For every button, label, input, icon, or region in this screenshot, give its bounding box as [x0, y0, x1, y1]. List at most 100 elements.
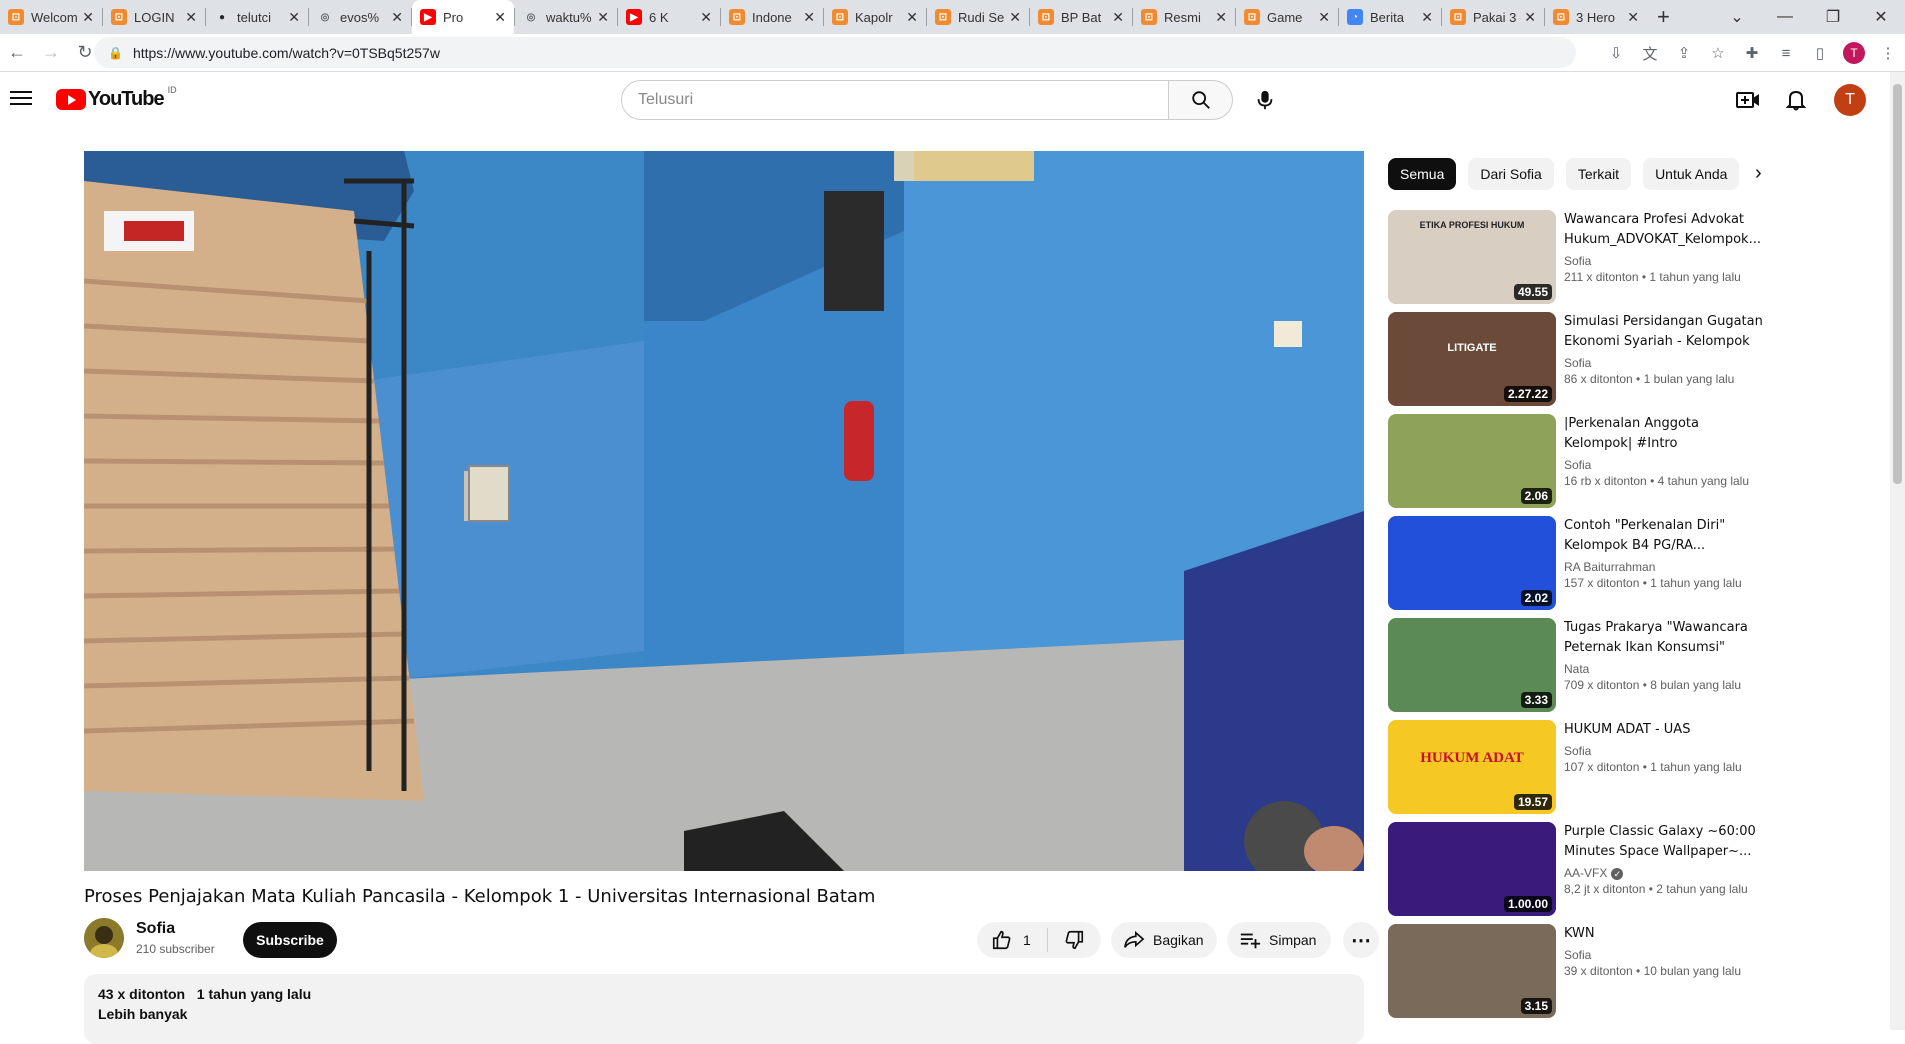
- close-tab-icon[interactable]: ✕: [1112, 9, 1124, 26]
- video-thumbnail[interactable]: 3.15: [1388, 924, 1556, 1018]
- recommended-video-title[interactable]: Wawancara Profesi Advokat Hukum_ADVOKAT_…: [1564, 210, 1768, 250]
- install-app-icon[interactable]: ⇩: [1599, 44, 1633, 62]
- back-button[interactable]: ←: [0, 42, 34, 63]
- filter-chip[interactable]: Semua: [1388, 158, 1457, 190]
- browser-tab[interactable]: ▶ 6 K ✕: [618, 0, 720, 34]
- video-thumbnail[interactable]: 3.33: [1388, 618, 1556, 712]
- close-tab-icon[interactable]: ✕: [597, 9, 609, 26]
- filter-chip[interactable]: Untuk Anda: [1643, 158, 1740, 190]
- chevron-right-icon[interactable]: ›: [1755, 162, 1762, 185]
- youtube-logo[interactable]: YouTube ID: [56, 85, 177, 111]
- close-tab-icon[interactable]: ✕: [185, 9, 197, 26]
- lock-icon[interactable]: 🔒: [108, 46, 123, 60]
- scrollbar-thumb[interactable]: [1893, 84, 1902, 484]
- close-tab-icon[interactable]: ✕: [1524, 9, 1536, 26]
- browser-tab[interactable]: ◎ evos% ✕: [309, 0, 411, 34]
- recommended-channel[interactable]: Sofia: [1564, 744, 1768, 758]
- close-tab-icon[interactable]: ✕: [700, 9, 712, 26]
- voice-search-button[interactable]: [1245, 80, 1285, 120]
- search-button[interactable]: [1169, 80, 1233, 120]
- filter-chip[interactable]: Terkait: [1565, 158, 1632, 190]
- browser-tab[interactable]: ⊡ 3 Hero ✕: [1545, 0, 1647, 34]
- browser-tab[interactable]: ⊡ Indone ✕: [721, 0, 823, 34]
- recommended-video[interactable]: 3.33 Tugas Prakarya "Wawancara Peternak I…: [1388, 618, 1768, 720]
- bookmark-star-icon[interactable]: ☆: [1701, 44, 1735, 62]
- browser-tab[interactable]: ⊡ Kapolr ✕: [824, 0, 926, 34]
- browser-tab[interactable]: ⊡ Game ✕: [1236, 0, 1338, 34]
- save-button[interactable]: Simpan: [1227, 922, 1331, 958]
- video-thumbnail[interactable]: 2.06: [1388, 414, 1556, 508]
- recommended-video-title[interactable]: |Perkenalan Anggota Kelompok| #Intro: [1564, 414, 1768, 454]
- show-more-link[interactable]: Lebih banyak: [98, 1006, 1350, 1022]
- video-thumbnail[interactable]: 2.02: [1388, 516, 1556, 610]
- dislike-button[interactable]: [1048, 922, 1100, 958]
- close-tab-icon[interactable]: ✕: [1627, 9, 1639, 26]
- close-tab-icon[interactable]: ✕: [1215, 9, 1227, 26]
- search-input[interactable]: Telusuri: [621, 80, 1169, 120]
- close-tab-icon[interactable]: ✕: [82, 9, 94, 26]
- minimize-button[interactable]: —: [1761, 8, 1809, 26]
- close-tab-icon[interactable]: ✕: [1318, 9, 1330, 26]
- recommended-video-title[interactable]: Simulasi Persidangan Gugatan Ekonomi Sya…: [1564, 312, 1768, 352]
- channel-name[interactable]: Sofia: [136, 920, 175, 938]
- close-tab-icon[interactable]: ✕: [803, 9, 815, 26]
- browser-tab[interactable]: ◎ waktu% ✕: [515, 0, 617, 34]
- recommended-channel[interactable]: Sofia: [1564, 356, 1768, 370]
- create-video-button[interactable]: [1724, 90, 1772, 110]
- recommended-video-title[interactable]: Contoh "Perkenalan Diri" Kelompok B4 PG/…: [1564, 516, 1768, 556]
- browser-menu-icon[interactable]: ⋮: [1871, 44, 1905, 62]
- extensions-icon[interactable]: ✚: [1735, 44, 1769, 62]
- recommended-channel[interactable]: Sofia: [1564, 254, 1768, 268]
- share-page-icon[interactable]: ⇪: [1667, 44, 1701, 62]
- channel-avatar[interactable]: [84, 918, 124, 958]
- close-window-button[interactable]: ✕: [1857, 7, 1905, 27]
- new-tab-button[interactable]: +: [1657, 4, 1670, 30]
- user-avatar[interactable]: T: [1834, 84, 1866, 116]
- recommended-video[interactable]: 2.02 Contoh "Perkenalan Diri" Kelompok B4…: [1388, 516, 1768, 618]
- forward-button[interactable]: →: [34, 42, 68, 63]
- close-tab-icon[interactable]: ✕: [494, 9, 506, 26]
- share-button[interactable]: Bagikan: [1111, 922, 1217, 958]
- recommended-channel[interactable]: AA-VFX ✓: [1564, 866, 1768, 880]
- recommended-channel[interactable]: RA Baiturrahman: [1564, 560, 1768, 574]
- browser-tab[interactable]: ⊡ Rudi Se ✕: [927, 0, 1029, 34]
- like-button[interactable]: 1: [977, 922, 1047, 958]
- browser-tab[interactable]: ◔ Berita ✕: [1339, 0, 1441, 34]
- restore-button[interactable]: ❐: [1809, 7, 1857, 27]
- recommended-channel[interactable]: Nata: [1564, 662, 1768, 676]
- recommended-video-title[interactable]: Tugas Prakarya "Wawancara Peternak Ikan …: [1564, 618, 1768, 658]
- recommended-video[interactable]: ETIKA PROFESI HUKUM 49.55 Wawancara Profes…: [1388, 210, 1768, 312]
- close-tab-icon[interactable]: ✕: [391, 9, 403, 26]
- close-tab-icon[interactable]: ✕: [288, 9, 300, 26]
- recommended-video-title[interactable]: HUKUM ADAT - UAS: [1564, 720, 1768, 740]
- video-thumbnail[interactable]: LITIGATE 2.27.22: [1388, 312, 1556, 406]
- browser-tab[interactable]: ⊡ Welcom ✕: [0, 0, 102, 34]
- filter-chip[interactable]: Dari Sofia: [1468, 158, 1554, 190]
- browser-tab[interactable]: ⊡ BP Bat ✕: [1030, 0, 1132, 34]
- recommended-channel[interactable]: Sofia: [1564, 948, 1768, 962]
- recommended-video[interactable]: 1.00.00 Purple Classic Galaxy ~60:00 Minu…: [1388, 822, 1768, 924]
- recommended-video[interactable]: 2.06 |Perkenalan Anggota Kelompok| #Intro…: [1388, 414, 1768, 516]
- browser-tab[interactable]: ▶ Pro ✕: [412, 0, 514, 34]
- side-panel-icon[interactable]: ▯: [1803, 44, 1837, 62]
- recommended-video[interactable]: LITIGATE 2.27.22 Simulasi Persidangan Guga…: [1388, 312, 1768, 414]
- video-thumbnail[interactable]: ETIKA PROFESI HUKUM 49.55: [1388, 210, 1556, 304]
- translate-icon[interactable]: 文: [1633, 43, 1667, 64]
- recommended-video[interactable]: 3.15 KWN Sofia 39 x ditonton • 10 bulan yan…: [1388, 924, 1768, 1026]
- recommended-video[interactable]: HUKUM ADAT 19.57 HUKUM ADAT - UAS Sofia 107 …: [1388, 720, 1768, 822]
- close-tab-icon[interactable]: ✕: [1009, 9, 1021, 26]
- video-player[interactable]: [84, 151, 1364, 871]
- media-control-icon[interactable]: ≡: [1769, 45, 1803, 62]
- browser-profile-avatar[interactable]: T: [1843, 42, 1865, 64]
- video-thumbnail[interactable]: 1.00.00: [1388, 822, 1556, 916]
- url-field[interactable]: 🔒 https://www.youtube.com/watch?v=0TSBq5…: [94, 37, 1576, 68]
- tab-search-icon[interactable]: ⌄: [1713, 7, 1761, 27]
- browser-tab[interactable]: ⊡ Resmi ✕: [1133, 0, 1235, 34]
- video-thumbnail[interactable]: HUKUM ADAT 19.57: [1388, 720, 1556, 814]
- more-actions-button[interactable]: ⋯: [1343, 922, 1379, 958]
- browser-tab[interactable]: ⊡ Pakai 3 ✕: [1442, 0, 1544, 34]
- subscribe-button[interactable]: Subscribe: [243, 922, 337, 958]
- recommended-video-title[interactable]: KWN: [1564, 924, 1768, 944]
- close-tab-icon[interactable]: ✕: [906, 9, 918, 26]
- page-scrollbar[interactable]: [1890, 72, 1905, 1030]
